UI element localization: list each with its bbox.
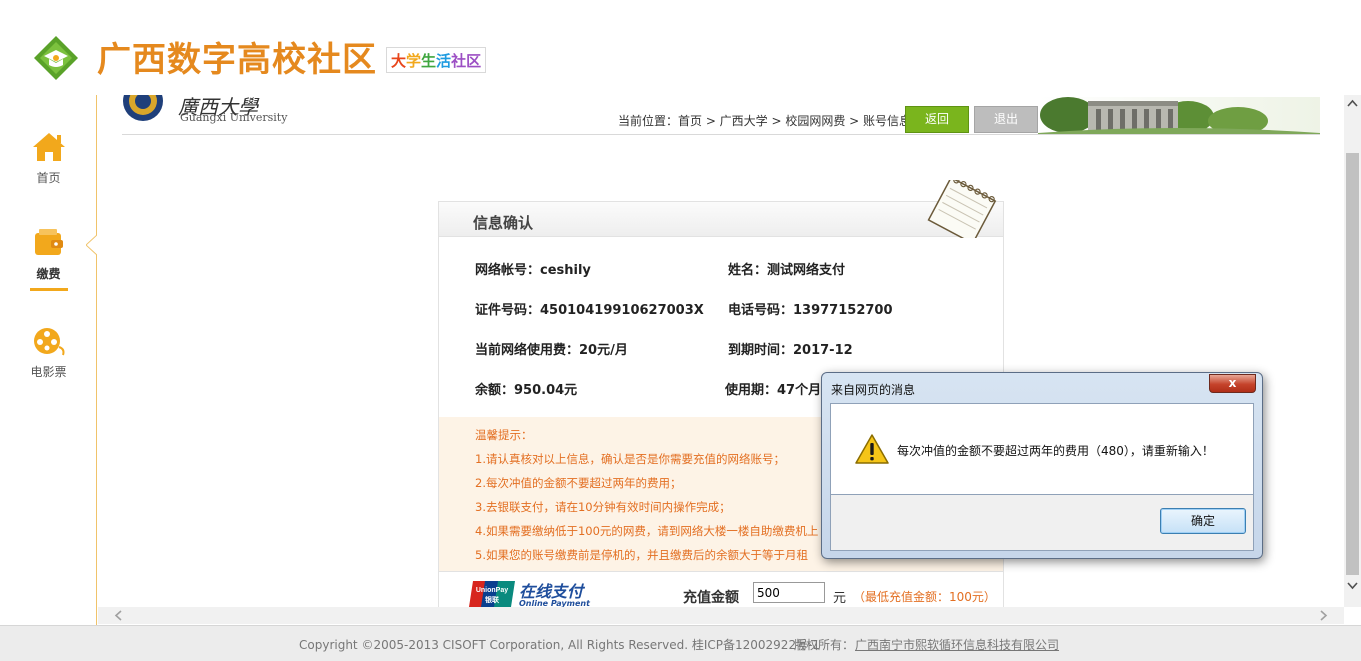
owner-label: 版权所有： xyxy=(794,638,855,652)
site-subtitle: 大学生活社区 xyxy=(386,47,487,73)
site-footer: Copyright ©2005-2013 CISOFT Corporation,… xyxy=(0,625,1361,661)
subtitle-char: 生 xyxy=(421,52,437,70)
active-indicator xyxy=(29,288,68,291)
balance-info: 余额：950.04元 xyxy=(475,383,578,398)
subtitle-char: 学 xyxy=(406,52,422,70)
tip-item: 4.如果需要缴纳低于100元的网费，请到网络大楼一楼自助缴费机上 xyxy=(475,524,819,538)
university-name-en: Guangxi University xyxy=(180,111,288,124)
scroll-left-icon[interactable] xyxy=(110,607,127,624)
tip-item: 2.每次冲值的金额不要超过两年的费用； xyxy=(475,476,682,490)
sidebar-item-home[interactable]: 首页 xyxy=(0,131,97,186)
subtitle-char: 社区 xyxy=(451,52,482,70)
subtitle-char: 大 xyxy=(391,52,407,70)
amount-input[interactable] xyxy=(753,582,825,603)
svg-text:UnionPay: UnionPay xyxy=(476,587,508,594)
minimum-amount-note: （最低充值金额：100元） xyxy=(853,590,996,604)
scroll-right-icon[interactable] xyxy=(1315,607,1332,624)
expire-info: 到期时间：2017-12 xyxy=(728,343,853,358)
scroll-up-icon[interactable] xyxy=(1344,95,1361,112)
scroll-down-icon[interactable] xyxy=(1344,577,1361,594)
unionpay-logo-icon: UnionPay 银联 xyxy=(469,581,515,607)
breadcrumb[interactable]: 当前位置：首页 > 广西大学 > 校园网网费 > 账号信息 xyxy=(618,112,911,129)
id-number-info: 证件号码：45010419910627003X xyxy=(475,303,704,318)
name-info: 姓名：测试网络支付 xyxy=(728,263,846,278)
tip-item: 5.如果您的账号缴费前是停机的，并且缴费后的余额大于等于月租 xyxy=(475,548,808,562)
current-fee-info: 当前网络使用费：20元/月 xyxy=(475,343,628,358)
warning-icon xyxy=(855,434,889,464)
header-divider xyxy=(122,134,1320,135)
subtitle-char: 活 xyxy=(436,52,452,70)
tip-item: 3.去银联支付，请在10分钟有效时间内操作完成； xyxy=(475,500,731,514)
sidebar-item-pay[interactable]: 缴费 xyxy=(0,227,97,291)
owner-link[interactable]: 广西南宁市熙软循环信息科技有限公司 xyxy=(855,636,1059,653)
alert-dialog: 来自网页的消息 x 每次冲值的金额不要超过两年的费用（480），请重新输入！ 确… xyxy=(821,372,1263,559)
horizontal-scrollbar[interactable] xyxy=(98,607,1344,624)
site-logo-icon[interactable] xyxy=(32,34,80,82)
dialog-body: 每次冲值的金额不要超过两年的费用（480），请重新输入！ xyxy=(830,403,1254,495)
ok-button[interactable]: 确定 xyxy=(1160,508,1246,534)
site-title[interactable]: 广西数字高校社区 xyxy=(97,32,377,81)
university-emblem-icon xyxy=(123,95,163,121)
tip-item: 1.请认真核对以上信息，确认是否是你需要充值的网络账号； xyxy=(475,452,785,466)
amount-unit: 元 xyxy=(833,591,847,606)
wallet-icon xyxy=(34,229,63,255)
campus-banner-image xyxy=(1038,97,1320,135)
account-info: 网络帐号：ceshily xyxy=(475,263,591,278)
sidebar-item-label: 缴费 xyxy=(36,267,61,281)
phone-info: 电话号码：13977152700 xyxy=(728,303,893,318)
left-sidebar: 首页 缴费 电影票 xyxy=(0,95,98,625)
site-header: 广西数字高校社区 大学生活社区 xyxy=(0,0,1361,95)
sidebar-item-label: 首页 xyxy=(36,171,61,185)
film-reel-icon xyxy=(33,328,64,356)
copyright-text: Copyright ©2005-2013 CISOFT Corporation,… xyxy=(299,638,821,652)
notebook-icon xyxy=(927,180,997,238)
dialog-footer: 确定 xyxy=(830,495,1254,551)
amount-label: 充值金额 xyxy=(683,590,739,606)
svg-text:银联: 银联 xyxy=(485,595,500,604)
online-pay-label-en: Online Payment xyxy=(519,599,590,607)
usage-period-info: 使用期：47个月 xyxy=(725,383,822,398)
vertical-scrollbar[interactable] xyxy=(1344,95,1361,607)
back-button[interactable]: 返回 xyxy=(905,106,969,133)
payment-row: UnionPay 银联 在线支付 Online Payment 充值金额 元 （… xyxy=(439,571,1003,607)
scrollbar-thumb[interactable] xyxy=(1346,153,1359,575)
home-icon xyxy=(32,133,65,161)
dialog-message: 每次冲值的金额不要超过两年的费用（480），请重新输入！ xyxy=(897,444,1214,458)
dialog-title: 来自网页的消息 xyxy=(831,383,916,397)
active-pointer-icon xyxy=(86,234,98,256)
logout-button[interactable]: 退出 xyxy=(974,106,1038,133)
dialog-close-button[interactable]: x xyxy=(1209,374,1256,393)
tips-heading: 温馨提示： xyxy=(475,428,533,442)
panel-title: 信息确认 xyxy=(473,214,534,232)
sidebar-item-movie[interactable]: 电影票 xyxy=(0,325,97,380)
sidebar-item-label: 电影票 xyxy=(30,365,67,379)
